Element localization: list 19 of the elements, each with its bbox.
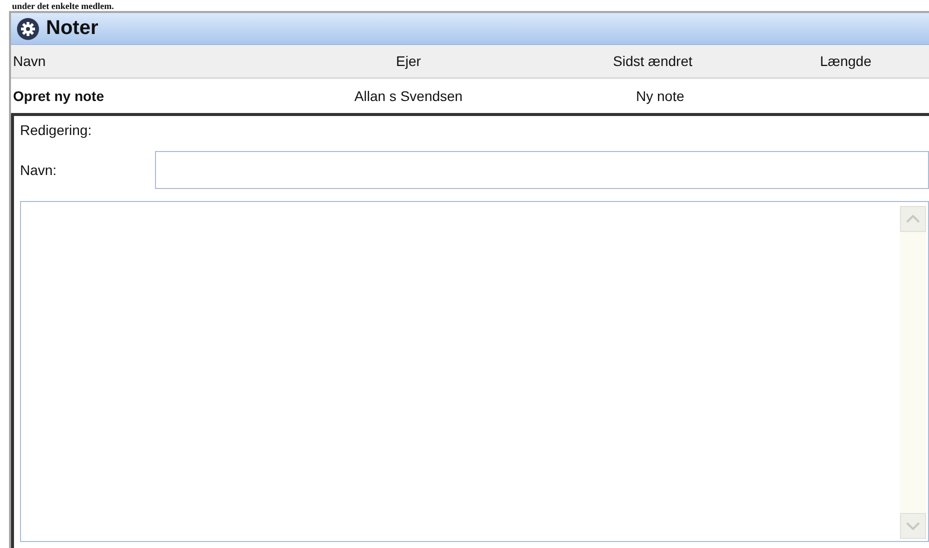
table-cell-text: Opret ny note (12, 88, 106, 104)
field-label: Navn: (20, 162, 58, 178)
scroll-up-button[interactable] (900, 206, 926, 232)
name-field[interactable] (155, 151, 929, 189)
chevron-down-icon (906, 522, 920, 530)
scrollbar[interactable] (900, 206, 926, 539)
scroll-down-button[interactable] (900, 513, 926, 539)
column-header: Længde (820, 53, 872, 69)
chevron-up-icon (906, 215, 920, 223)
text-area[interactable] (20, 201, 929, 542)
section-label: Redigering: (20, 122, 93, 140)
panel-title: Noter (46, 17, 98, 40)
table-cell-text: Allan s Svendsen (353, 88, 464, 104)
gear-icon (17, 18, 39, 40)
column-header: Navn (12, 53, 47, 69)
column-header: Ejer (395, 53, 422, 69)
column-header: Sidst ændret (612, 53, 694, 69)
page-text: under det enkelte medlem. (12, 1, 114, 11)
table-cell-text: Ny note (635, 88, 686, 104)
